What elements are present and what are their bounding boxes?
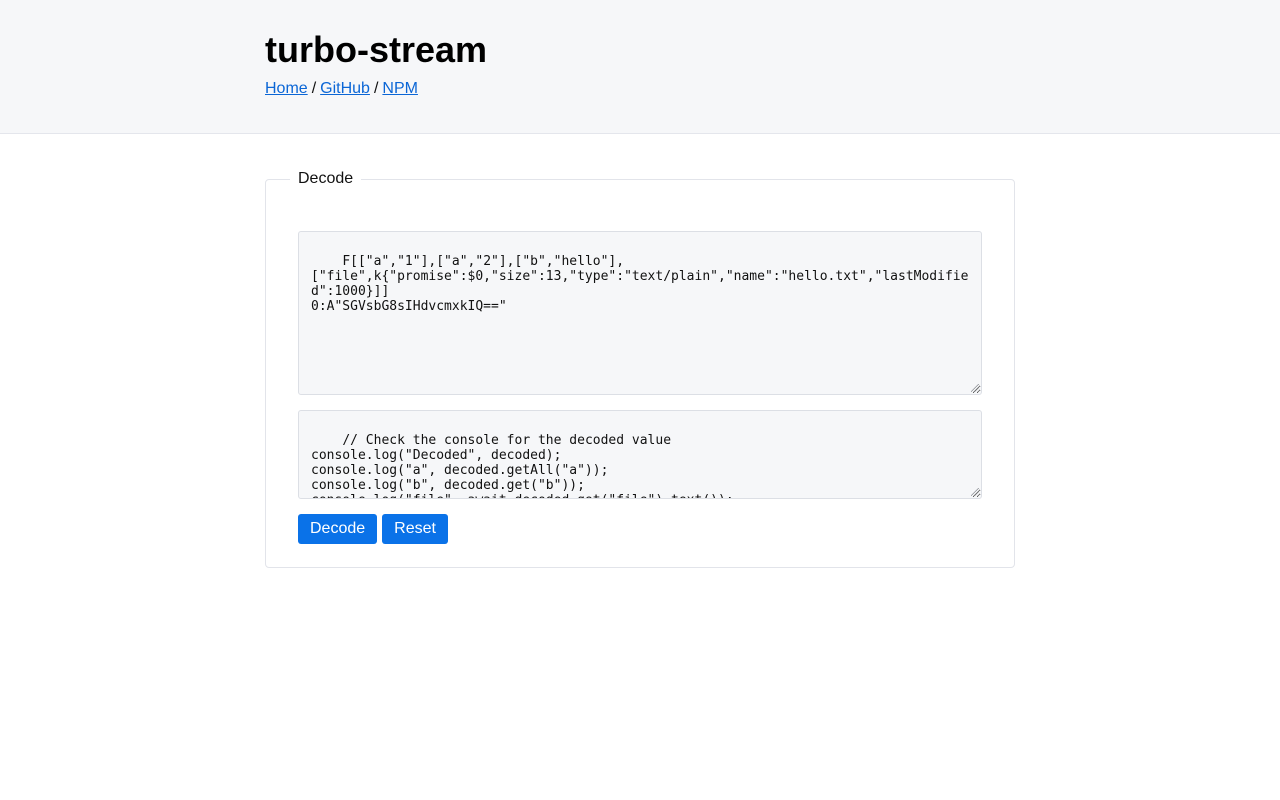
decode-legend: Decode (298, 170, 354, 187)
breadcrumb: Home / GitHub / NPM (265, 79, 487, 99)
header-content: turbo-stream Home / GitHub / NPM (265, 29, 487, 99)
home-link[interactable]: Home (265, 80, 308, 97)
decode-button[interactable]: Decode (298, 514, 378, 544)
breadcrumb-separator: / (311, 80, 317, 97)
button-row: Decode Reset (298, 514, 448, 544)
decode-fieldset: Decode F[["a","1"],["a","2"],["b","hello… (265, 170, 1015, 568)
reset-button[interactable]: Reset (382, 514, 448, 544)
encoded-input-textarea[interactable]: F[["a","1"],["a","2"],["b","hello"], ["f… (298, 231, 982, 395)
script-value: // Check the console for the decoded val… (311, 433, 734, 498)
npm-link[interactable]: NPM (382, 80, 418, 97)
github-link[interactable]: GitHub (320, 80, 370, 97)
page-title: turbo-stream (265, 29, 488, 70)
breadcrumb-separator: / (373, 80, 379, 97)
resize-handle-icon[interactable] (971, 488, 979, 496)
site-header: turbo-stream Home / GitHub / NPM (0, 0, 1280, 134)
resize-handle-icon[interactable] (971, 384, 979, 392)
script-textarea[interactable]: // Check the console for the decoded val… (298, 410, 982, 499)
encoded-input-value: F[["a","1"],["a","2"],["b","hello"], ["f… (311, 254, 969, 314)
